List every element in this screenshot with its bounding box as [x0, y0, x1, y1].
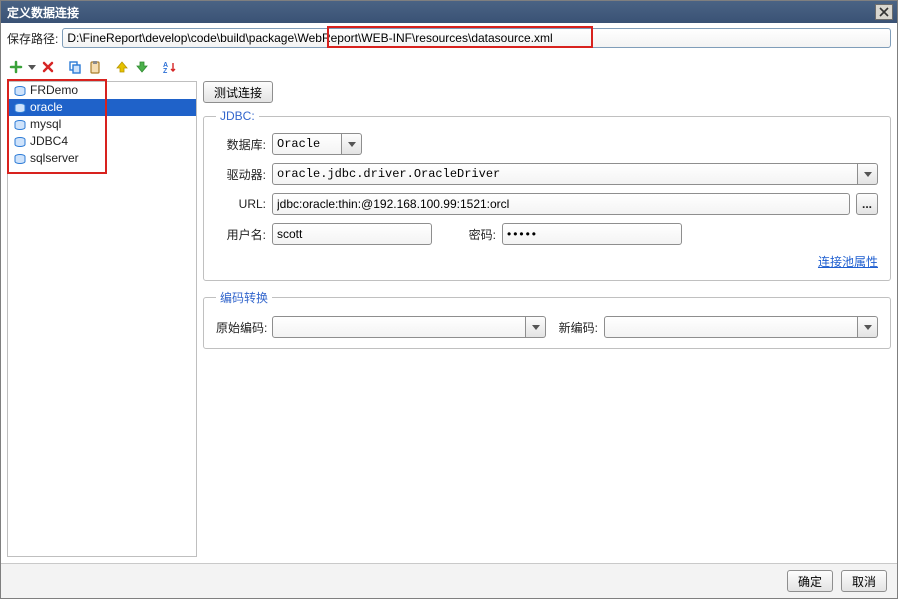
window-title: 定义数据连接 — [7, 4, 875, 21]
copy-button[interactable] — [66, 58, 84, 76]
dialog: 定义数据连接 保存路径: — [0, 0, 898, 599]
caret-down-icon — [28, 65, 36, 70]
encoding-legend: 编码转换 — [216, 289, 272, 306]
datasource-item[interactable]: JDBC4 — [8, 133, 196, 150]
svg-text:Z: Z — [163, 68, 168, 74]
database-value[interactable] — [272, 133, 342, 155]
title-bar: 定义数据连接 — [1, 1, 897, 23]
orig-encoding-value[interactable] — [272, 316, 526, 338]
url-input[interactable] — [272, 193, 850, 215]
caret-down-icon — [864, 325, 872, 330]
orig-encoding-select[interactable] — [272, 316, 546, 338]
encoding-group: 编码转换 原始编码: 新编码: — [203, 289, 891, 349]
driver-value[interactable] — [272, 163, 858, 185]
filler — [203, 357, 891, 557]
arrow-up-icon — [116, 61, 128, 73]
sort-icon: A Z — [162, 60, 176, 74]
caret-down-icon — [864, 172, 872, 177]
password-label: 密码: — [462, 226, 496, 243]
datasource-list: FRDemo oracle mysql JDBC4 sqlserver — [7, 81, 197, 557]
database-icon — [14, 86, 26, 96]
datasource-name: JDBC4 — [30, 133, 68, 150]
content-area: FRDemo oracle mysql JDBC4 sqlserver — [1, 81, 897, 563]
separator — [155, 58, 156, 76]
pool-props-row: 连接池属性 — [216, 253, 878, 270]
datasource-name: FRDemo — [30, 82, 78, 99]
driver-label: 驱动器: — [216, 166, 266, 183]
close-button[interactable] — [875, 4, 893, 20]
ok-button[interactable]: 确定 — [787, 570, 833, 592]
cancel-button[interactable]: 取消 — [841, 570, 887, 592]
pool-props-link[interactable]: 连接池属性 — [818, 255, 878, 269]
datasource-name: sqlserver — [30, 150, 79, 167]
x-icon — [42, 61, 54, 73]
new-encoding-select[interactable] — [604, 316, 878, 338]
footer: 确定 取消 — [1, 563, 897, 598]
new-encoding-value[interactable] — [604, 316, 858, 338]
jdbc-legend: JDBC: — [216, 109, 259, 123]
datasource-name: oracle — [30, 99, 63, 116]
arrow-down-icon — [136, 61, 148, 73]
paste-button[interactable] — [86, 58, 104, 76]
url-label: URL: — [216, 197, 266, 211]
jdbc-group: JDBC: 数据库: 驱动器: URL: — [203, 109, 891, 281]
detail-pane: 测试连接 JDBC: 数据库: 驱动器: — [203, 81, 891, 557]
user-label: 用户名: — [216, 226, 266, 243]
new-encoding-label: 新编码: — [552, 319, 598, 336]
plus-icon — [9, 60, 23, 74]
moveup-button[interactable] — [113, 58, 131, 76]
datasource-item[interactable]: mysql — [8, 116, 196, 133]
database-icon — [14, 120, 26, 130]
action-row: 测试连接 — [203, 81, 891, 109]
password-input[interactable] — [502, 223, 682, 245]
path-label: 保存路径: — [7, 30, 58, 47]
paste-icon — [88, 60, 102, 74]
separator — [108, 58, 109, 76]
list-toolbar: A Z — [1, 53, 897, 81]
url-browse-button[interactable]: ... — [856, 193, 878, 215]
datasource-name: mysql — [30, 116, 61, 133]
add-dropdown[interactable] — [27, 58, 37, 76]
separator — [61, 58, 62, 76]
movedown-button[interactable] — [133, 58, 151, 76]
path-row: 保存路径: — [1, 23, 897, 53]
close-icon — [879, 7, 889, 17]
datasource-item[interactable]: oracle — [8, 99, 196, 116]
database-icon — [14, 154, 26, 164]
dropdown-button[interactable] — [858, 316, 878, 338]
database-icon — [14, 137, 26, 147]
copy-icon — [68, 60, 82, 74]
add-button[interactable] — [7, 58, 25, 76]
caret-down-icon — [348, 142, 356, 147]
test-connection-button[interactable]: 测试连接 — [203, 81, 273, 103]
driver-select[interactable] — [272, 163, 878, 185]
dropdown-button[interactable] — [858, 163, 878, 185]
remove-button[interactable] — [39, 58, 57, 76]
caret-down-icon — [532, 325, 540, 330]
database-icon — [14, 103, 26, 113]
datasource-item[interactable]: sqlserver — [8, 150, 196, 167]
datasource-items: FRDemo oracle mysql JDBC4 sqlserver — [8, 82, 196, 167]
user-input[interactable] — [272, 223, 432, 245]
orig-encoding-label: 原始编码: — [216, 319, 266, 336]
datasource-item[interactable]: FRDemo — [8, 82, 196, 99]
database-select[interactable] — [272, 133, 362, 155]
database-label: 数据库: — [216, 136, 266, 153]
dropdown-button[interactable] — [526, 316, 546, 338]
path-input[interactable] — [62, 28, 891, 48]
sort-button[interactable]: A Z — [160, 58, 178, 76]
dropdown-button[interactable] — [342, 133, 362, 155]
